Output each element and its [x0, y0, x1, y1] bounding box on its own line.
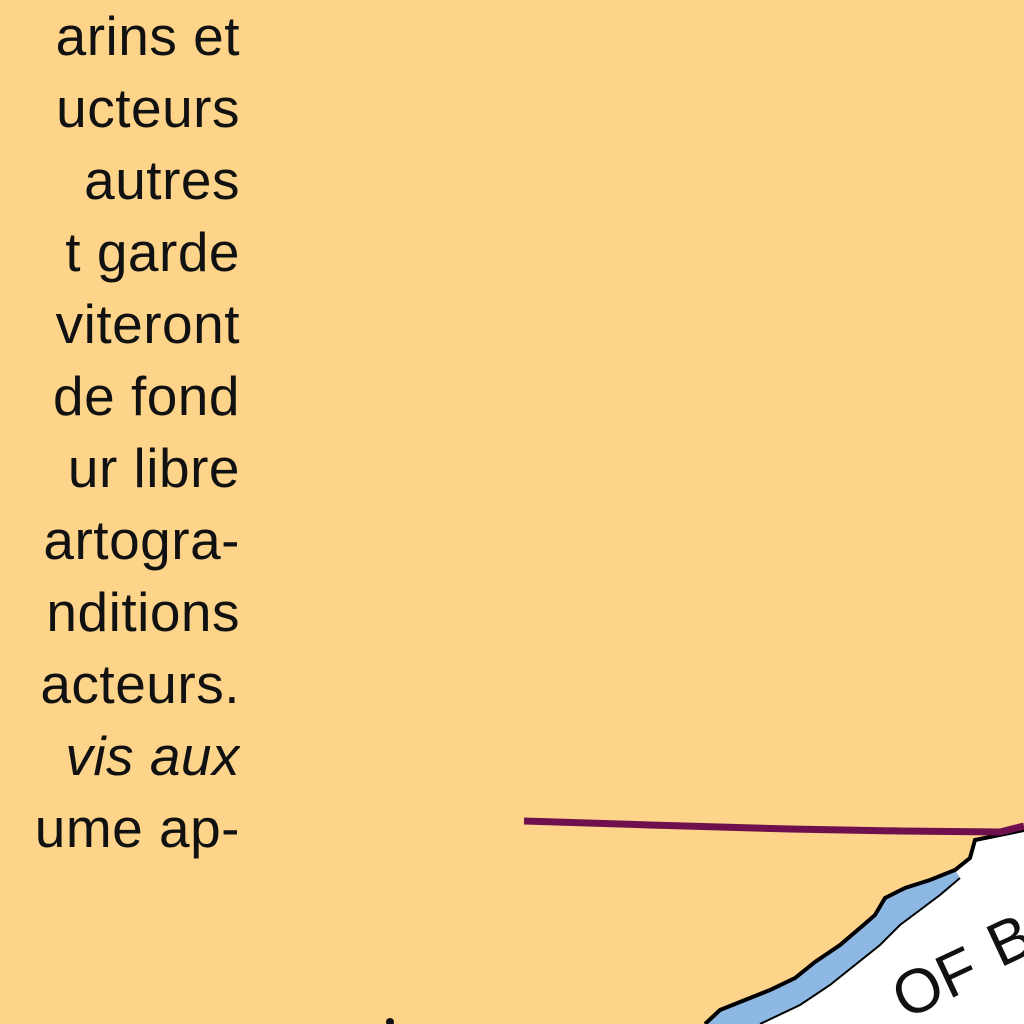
notice-line-6: de fond: [52, 365, 240, 427]
notice-line-2: ucteurs: [56, 77, 240, 139]
notice-line-5: viteront: [55, 293, 240, 355]
notice-line-9: nditions: [46, 581, 240, 643]
notice-line-12: ume ap-: [34, 797, 240, 859]
notice-line-4: t garde: [65, 221, 240, 283]
notice-line-3: autres: [84, 149, 240, 211]
notice-line-7: ur libre: [67, 437, 240, 499]
notice-text-block: arins et ucteurs autres t garde viteront…: [0, 0, 240, 864]
notice-line-8: artogra-: [43, 509, 240, 571]
notice-line-1: arins et: [55, 5, 240, 67]
notice-line-11: vis aux: [65, 725, 240, 787]
notice-line-10: acteurs.: [40, 653, 240, 715]
